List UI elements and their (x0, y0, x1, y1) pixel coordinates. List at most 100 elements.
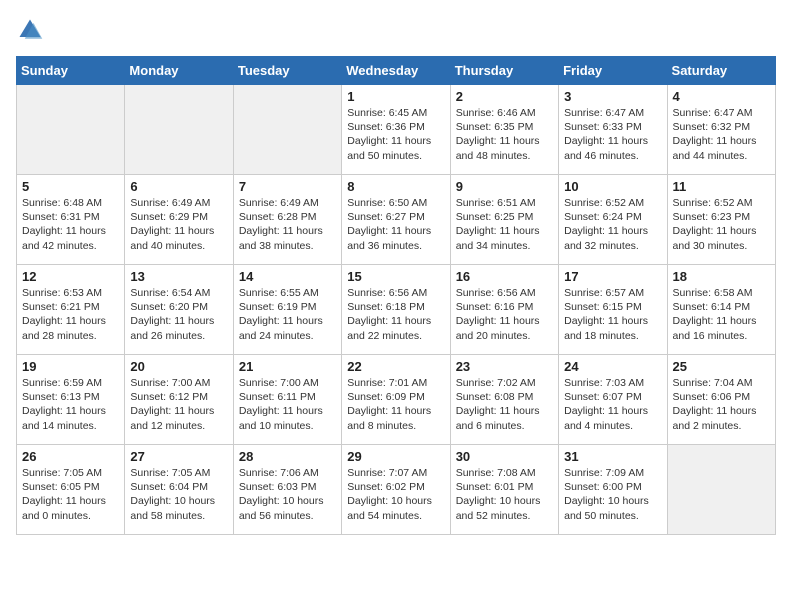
day-number: 12 (22, 269, 119, 284)
calendar-cell: 13 Sunrise: 6:54 AM Sunset: 6:20 PM Dayli… (125, 265, 233, 355)
calendar-cell (17, 85, 125, 175)
day-number: 18 (673, 269, 770, 284)
weekday-header-tuesday: Tuesday (233, 57, 341, 85)
cell-info: Sunrise: 7:02 AM Sunset: 6:08 PM Dayligh… (456, 376, 553, 433)
day-number: 16 (456, 269, 553, 284)
day-number: 20 (130, 359, 227, 374)
day-number: 21 (239, 359, 336, 374)
cell-info: Sunrise: 6:52 AM Sunset: 6:23 PM Dayligh… (673, 196, 770, 253)
cell-info: Sunrise: 7:06 AM Sunset: 6:03 PM Dayligh… (239, 466, 336, 523)
cell-info: Sunrise: 7:09 AM Sunset: 6:00 PM Dayligh… (564, 466, 661, 523)
day-number: 22 (347, 359, 444, 374)
day-number: 10 (564, 179, 661, 194)
calendar-week-row: 12 Sunrise: 6:53 AM Sunset: 6:21 PM Dayli… (17, 265, 776, 355)
day-number: 9 (456, 179, 553, 194)
calendar-cell: 15Sunrise: 6:56 AM Sunset: 6:18 PM Dayli… (342, 265, 450, 355)
day-number: 8 (347, 179, 444, 194)
day-number: 24 (564, 359, 661, 374)
calendar-cell: 7 Sunrise: 6:49 AM Sunset: 6:28 PM Daylig… (233, 175, 341, 265)
calendar-cell: 28 Sunrise: 7:06 AM Sunset: 6:03 PM Dayli… (233, 445, 341, 535)
calendar-table: SundayMondayTuesdayWednesdayThursdayFrid… (16, 56, 776, 535)
cell-info: Sunrise: 6:48 AM Sunset: 6:31 PM Dayligh… (22, 196, 119, 253)
weekday-header-sunday: Sunday (17, 57, 125, 85)
logo (16, 16, 48, 44)
page-header (16, 16, 776, 44)
cell-info: Sunrise: 7:07 AM Sunset: 6:02 PM Dayligh… (347, 466, 444, 523)
day-number: 3 (564, 89, 661, 104)
cell-info: Sunrise: 6:49 AM Sunset: 6:28 PM Dayligh… (239, 196, 336, 253)
calendar-cell: 2 Sunrise: 6:46 AM Sunset: 6:35 PM Daylig… (450, 85, 558, 175)
calendar-cell: 21 Sunrise: 7:00 AM Sunset: 6:11 PM Dayli… (233, 355, 341, 445)
day-number: 19 (22, 359, 119, 374)
calendar-cell: 3 Sunrise: 6:47 AM Sunset: 6:33 PM Daylig… (559, 85, 667, 175)
calendar-cell: 9 Sunrise: 6:51 AM Sunset: 6:25 PM Daylig… (450, 175, 558, 265)
day-number: 27 (130, 449, 227, 464)
day-number: 30 (456, 449, 553, 464)
calendar-cell: 25 Sunrise: 7:04 AM Sunset: 6:06 PM Dayli… (667, 355, 775, 445)
calendar-cell: 29 Sunrise: 7:07 AM Sunset: 6:02 PM Dayli… (342, 445, 450, 535)
calendar-cell: 5 Sunrise: 6:48 AM Sunset: 6:31 PM Daylig… (17, 175, 125, 265)
calendar-cell (233, 85, 341, 175)
calendar-cell (125, 85, 233, 175)
cell-info: Sunrise: 7:05 AM Sunset: 6:04 PM Dayligh… (130, 466, 227, 523)
calendar-week-row: 1 Sunrise: 6:45 AM Sunset: 6:36 PM Daylig… (17, 85, 776, 175)
calendar-cell: 30Sunrise: 7:08 AM Sunset: 6:01 PM Dayli… (450, 445, 558, 535)
calendar-cell: 1 Sunrise: 6:45 AM Sunset: 6:36 PM Daylig… (342, 85, 450, 175)
day-number: 14 (239, 269, 336, 284)
calendar-cell: 12 Sunrise: 6:53 AM Sunset: 6:21 PM Dayli… (17, 265, 125, 355)
calendar-cell (667, 445, 775, 535)
day-number: 2 (456, 89, 553, 104)
logo-icon (16, 16, 44, 44)
cell-info: Sunrise: 7:05 AM Sunset: 6:05 PM Dayligh… (22, 466, 119, 523)
cell-info: Sunrise: 6:47 AM Sunset: 6:33 PM Dayligh… (564, 106, 661, 163)
calendar-cell: 11 Sunrise: 6:52 AM Sunset: 6:23 PM Dayli… (667, 175, 775, 265)
calendar-cell: 14Sunrise: 6:55 AM Sunset: 6:19 PM Dayli… (233, 265, 341, 355)
cell-info: Sunrise: 7:04 AM Sunset: 6:06 PM Dayligh… (673, 376, 770, 433)
cell-info: Sunrise: 6:57 AM Sunset: 6:15 PM Dayligh… (564, 286, 661, 343)
cell-info: Sunrise: 7:00 AM Sunset: 6:11 PM Dayligh… (239, 376, 336, 433)
cell-info: Sunrise: 6:50 AM Sunset: 6:27 PM Dayligh… (347, 196, 444, 253)
day-number: 6 (130, 179, 227, 194)
calendar-cell: 26 Sunrise: 7:05 AM Sunset: 6:05 PM Dayli… (17, 445, 125, 535)
calendar-cell: 23 Sunrise: 7:02 AM Sunset: 6:08 PM Dayli… (450, 355, 558, 445)
day-number: 31 (564, 449, 661, 464)
cell-info: Sunrise: 6:46 AM Sunset: 6:35 PM Dayligh… (456, 106, 553, 163)
calendar-cell: 6Sunrise: 6:49 AM Sunset: 6:29 PM Daylig… (125, 175, 233, 265)
cell-info: Sunrise: 6:56 AM Sunset: 6:16 PM Dayligh… (456, 286, 553, 343)
day-number: 25 (673, 359, 770, 374)
day-number: 26 (22, 449, 119, 464)
cell-info: Sunrise: 6:52 AM Sunset: 6:24 PM Dayligh… (564, 196, 661, 253)
day-number: 7 (239, 179, 336, 194)
cell-info: Sunrise: 6:58 AM Sunset: 6:14 PM Dayligh… (673, 286, 770, 343)
calendar-cell: 10 Sunrise: 6:52 AM Sunset: 6:24 PM Dayli… (559, 175, 667, 265)
cell-info: Sunrise: 6:51 AM Sunset: 6:25 PM Dayligh… (456, 196, 553, 253)
calendar-cell: 18 Sunrise: 6:58 AM Sunset: 6:14 PM Dayli… (667, 265, 775, 355)
day-number: 5 (22, 179, 119, 194)
weekday-header-saturday: Saturday (667, 57, 775, 85)
cell-info: Sunrise: 6:59 AM Sunset: 6:13 PM Dayligh… (22, 376, 119, 433)
day-number: 23 (456, 359, 553, 374)
day-number: 11 (673, 179, 770, 194)
weekday-header-wednesday: Wednesday (342, 57, 450, 85)
calendar-cell: 27 Sunrise: 7:05 AM Sunset: 6:04 PM Dayli… (125, 445, 233, 535)
weekday-header-monday: Monday (125, 57, 233, 85)
calendar-cell: 16 Sunrise: 6:56 AM Sunset: 6:16 PM Dayli… (450, 265, 558, 355)
day-number: 1 (347, 89, 444, 104)
cell-info: Sunrise: 7:00 AM Sunset: 6:12 PM Dayligh… (130, 376, 227, 433)
calendar-cell: 20 Sunrise: 7:00 AM Sunset: 6:12 PM Dayli… (125, 355, 233, 445)
day-number: 17 (564, 269, 661, 284)
day-number: 13 (130, 269, 227, 284)
calendar-cell: 17 Sunrise: 6:57 AM Sunset: 6:15 PM Dayli… (559, 265, 667, 355)
day-number: 29 (347, 449, 444, 464)
cell-info: Sunrise: 7:03 AM Sunset: 6:07 PM Dayligh… (564, 376, 661, 433)
cell-info: Sunrise: 6:54 AM Sunset: 6:20 PM Dayligh… (130, 286, 227, 343)
cell-info: Sunrise: 7:01 AM Sunset: 6:09 PM Dayligh… (347, 376, 444, 433)
cell-info: Sunrise: 6:45 AM Sunset: 6:36 PM Dayligh… (347, 106, 444, 163)
cell-info: Sunrise: 6:53 AM Sunset: 6:21 PM Dayligh… (22, 286, 119, 343)
calendar-cell: 24 Sunrise: 7:03 AM Sunset: 6:07 PM Dayli… (559, 355, 667, 445)
calendar-cell: 22 Sunrise: 7:01 AM Sunset: 6:09 PM Dayli… (342, 355, 450, 445)
calendar-week-row: 19 Sunrise: 6:59 AM Sunset: 6:13 PM Dayli… (17, 355, 776, 445)
day-number: 28 (239, 449, 336, 464)
weekday-header-thursday: Thursday (450, 57, 558, 85)
calendar-cell: 19 Sunrise: 6:59 AM Sunset: 6:13 PM Dayli… (17, 355, 125, 445)
